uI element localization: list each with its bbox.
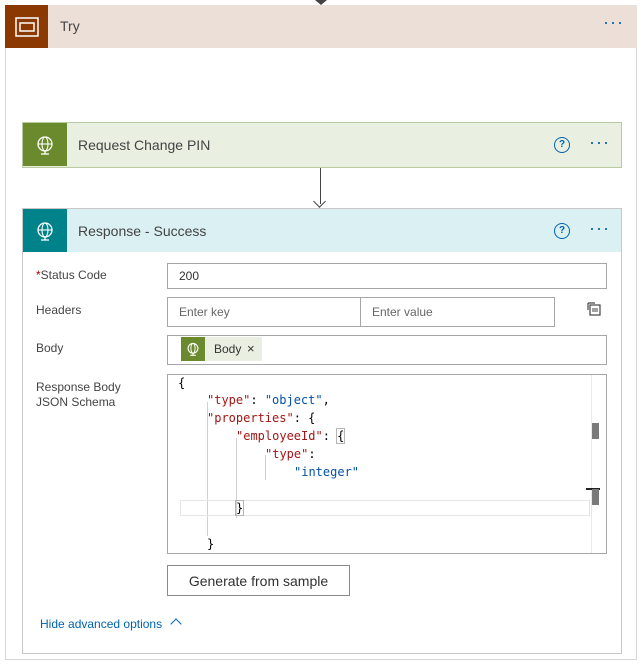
help-icon[interactable]: ? bbox=[554, 223, 570, 239]
more-options-icon[interactable]: ··· bbox=[589, 219, 610, 237]
more-options-icon[interactable]: ··· bbox=[589, 133, 610, 151]
action-title: Request Change PIN bbox=[78, 137, 211, 153]
schema-label: Response Body JSON Schema bbox=[36, 380, 121, 409]
action-card-request-change-pin[interactable]: Request Change PIN ? ··· bbox=[22, 122, 622, 168]
editor-overview-marker bbox=[592, 489, 599, 505]
header-value-placeholder: Enter value bbox=[372, 305, 433, 319]
status-code-input[interactable]: 200 bbox=[167, 263, 607, 289]
code-line: "type": "object", bbox=[207, 393, 330, 407]
globe-gear-icon bbox=[181, 337, 205, 361]
header-value-input[interactable]: Enter value bbox=[360, 297, 555, 327]
remove-token-icon[interactable]: × bbox=[247, 341, 255, 356]
action-header[interactable]: Response - Success ? ··· bbox=[23, 209, 621, 252]
help-icon[interactable]: ? bbox=[554, 137, 570, 153]
try-more-options-icon[interactable]: ··· bbox=[603, 13, 624, 31]
code-line: } bbox=[207, 537, 215, 551]
header-key-placeholder: Enter key bbox=[179, 305, 230, 319]
code-line: } bbox=[234, 500, 245, 516]
globe-gear-icon bbox=[23, 123, 67, 166]
try-scope-title: Try bbox=[60, 18, 80, 34]
body-token[interactable]: Body × bbox=[181, 337, 262, 361]
status-code-value: 200 bbox=[179, 269, 200, 283]
editor-scrollbar-thumb[interactable] bbox=[592, 423, 599, 439]
code-line: "properties": { bbox=[207, 411, 316, 425]
header-key-input[interactable]: Enter key bbox=[167, 297, 361, 327]
code-line: "employeeId": { bbox=[236, 428, 346, 444]
hide-advanced-options-link[interactable]: Hide advanced options bbox=[40, 617, 162, 631]
switch-mode-icon[interactable] bbox=[586, 301, 602, 317]
code-line: { bbox=[178, 376, 186, 390]
action-title: Response - Success bbox=[78, 223, 207, 239]
code-line: "integer" bbox=[294, 465, 360, 479]
status-code-label: *Status Code bbox=[36, 268, 107, 282]
schema-code-editor[interactable]: { "type": "object", "properties": { "emp… bbox=[167, 374, 607, 554]
try-scope-header[interactable]: Try ··· bbox=[5, 5, 637, 48]
body-label: Body bbox=[36, 341, 64, 355]
globe-gear-icon bbox=[23, 209, 67, 252]
action-header[interactable]: Request Change PIN ? ··· bbox=[23, 123, 621, 166]
scope-icon bbox=[5, 5, 48, 48]
status-code-label-text: Status Code bbox=[40, 268, 107, 282]
body-token-label: Body bbox=[214, 342, 242, 356]
editor-scrollbar-track[interactable] bbox=[591, 375, 592, 553]
headers-label: Headers bbox=[36, 303, 82, 317]
generate-from-sample-button[interactable]: Generate from sample bbox=[167, 565, 350, 596]
code-line: "type": bbox=[265, 447, 316, 461]
